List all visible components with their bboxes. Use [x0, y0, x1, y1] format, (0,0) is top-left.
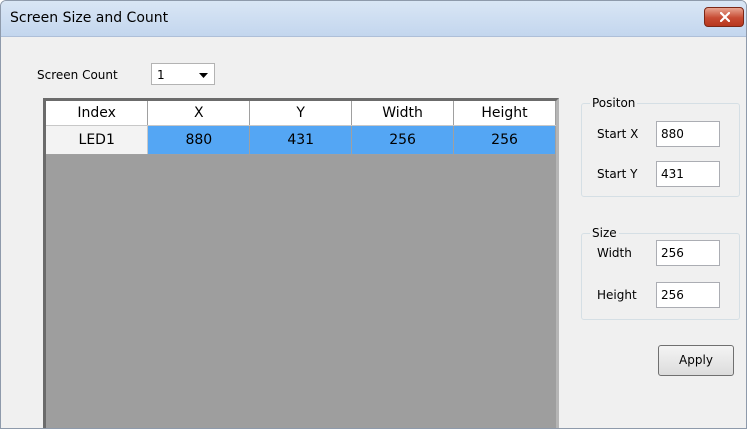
row-height-cell[interactable]: 256	[453, 125, 556, 155]
apply-button[interactable]: Apply	[658, 345, 734, 376]
start-x-label: Start X	[597, 127, 639, 141]
window-title: Screen Size and Count	[10, 10, 169, 26]
column-header-x[interactable]: X	[147, 101, 251, 126]
screen-table: Index X Y Width Height LED1 880 431 256 …	[46, 101, 556, 155]
title-bar[interactable]: Screen Size and Count	[1, 1, 746, 37]
row-width-cell[interactable]: 256	[351, 125, 455, 155]
table-row[interactable]: LED1 880 431 256 256	[46, 125, 556, 155]
row-x-cell[interactable]: 880	[147, 125, 251, 155]
screen-count-select[interactable]: 1	[151, 63, 215, 85]
height-label: Height	[597, 288, 637, 302]
dialog-content: Screen Count 1 Index X Y Width Height LE…	[1, 37, 746, 428]
start-y-label: Start Y	[597, 167, 638, 181]
column-header-width[interactable]: Width	[351, 101, 455, 126]
screen-grid[interactable]: Index X Y Width Height LED1 880 431 256 …	[43, 98, 559, 428]
width-label: Width	[597, 246, 632, 260]
row-index-cell[interactable]: LED1	[46, 125, 149, 155]
column-header-height[interactable]: Height	[453, 101, 556, 126]
start-y-input[interactable]: 431	[656, 161, 720, 187]
column-header-index[interactable]: Index	[46, 101, 149, 126]
row-y-cell[interactable]: 431	[249, 125, 353, 155]
position-legend: Positon	[592, 96, 636, 110]
size-legend: Size	[592, 226, 617, 240]
width-input[interactable]: 256	[656, 240, 720, 266]
table-header-row: Index X Y Width Height	[46, 101, 556, 126]
screen-count-value: 1	[157, 68, 165, 82]
height-input[interactable]: 256	[656, 282, 720, 308]
dialog-window: Screen Size and Count Screen Count 1 Ind…	[0, 0, 747, 429]
screen-count-label: Screen Count	[37, 68, 118, 82]
column-header-y[interactable]: Y	[249, 101, 353, 126]
chevron-down-icon	[199, 73, 208, 78]
close-button[interactable]	[704, 7, 744, 27]
close-icon	[720, 12, 730, 22]
start-x-input[interactable]: 880	[656, 121, 720, 147]
